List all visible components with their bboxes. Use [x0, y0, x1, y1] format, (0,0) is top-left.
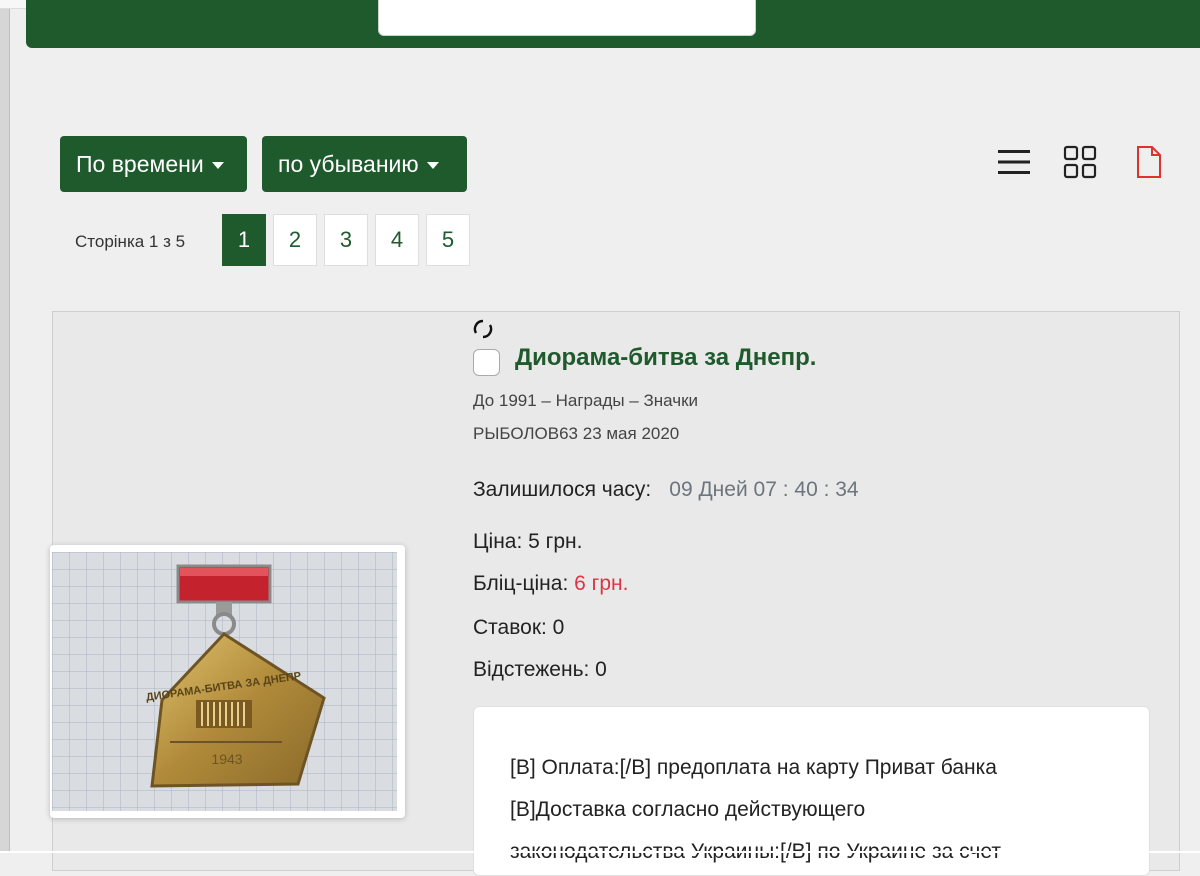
search-input[interactable] — [378, 0, 756, 36]
sort-order-button[interactable]: по убыванию — [262, 136, 467, 192]
countdown-timer: 09 Дней 07 : 40 : 34 — [669, 478, 859, 501]
sort-order-label: по убыванию — [278, 150, 419, 177]
sort-by-button[interactable]: По времени — [60, 136, 247, 192]
item-select-checkbox[interactable] — [473, 349, 500, 376]
blitz-price-row: Бліц-ціна: 6 грн. — [473, 572, 628, 596]
description-line: [B]Доставка согласно действующего — [510, 798, 866, 821]
item-price: Ціна: 5 грн. — [473, 530, 583, 553]
sort-by-label: По времени — [76, 150, 204, 177]
page-1-button[interactable]: 1 — [222, 214, 266, 266]
pdf-icon[interactable] — [1131, 144, 1167, 180]
blitz-price-label: Бліц-ціна: — [473, 572, 569, 595]
time-left-row: Залишилося часу: 09 Дней 07 : 40 : 34 — [473, 478, 859, 502]
page-2-button[interactable]: 2 — [273, 214, 317, 266]
bids-count: Ставок: 0 — [473, 616, 565, 639]
browser-side-border — [0, 0, 10, 853]
item-title-link[interactable]: Диорама-битва за Днепр. — [515, 344, 816, 372]
item-seller-date: РЫБОЛОВ63 23 мая 2020 — [473, 424, 680, 443]
badge-year: 1943 — [211, 751, 242, 767]
refresh-icon[interactable] — [472, 318, 494, 340]
grid-view-icon[interactable] — [1062, 144, 1098, 180]
item-category-breadcrumb: До 1991 – Награды – Значки — [473, 391, 699, 410]
caret-down-icon — [211, 161, 224, 169]
watchers-count: Відстежень: 0 — [473, 658, 607, 681]
blitz-price-value: 6 грн. — [574, 572, 629, 595]
time-left-label: Залишилося часу: — [473, 478, 652, 501]
description-line: [B] Оплата:[/B] предоплата на карту Прив… — [510, 756, 997, 779]
item-photo[interactable]: ДИОРАМА-БИТВА ЗА ДНЕПР 1943 — [52, 552, 397, 811]
page-5-button[interactable]: 5 — [426, 214, 470, 266]
caret-down-icon — [426, 161, 439, 169]
page-4-button[interactable]: 4 — [375, 214, 419, 266]
page-3-button[interactable]: 3 — [324, 214, 368, 266]
list-view-icon[interactable] — [996, 144, 1032, 180]
pagination-label: Сторінка 1 з 5 — [75, 232, 186, 251]
